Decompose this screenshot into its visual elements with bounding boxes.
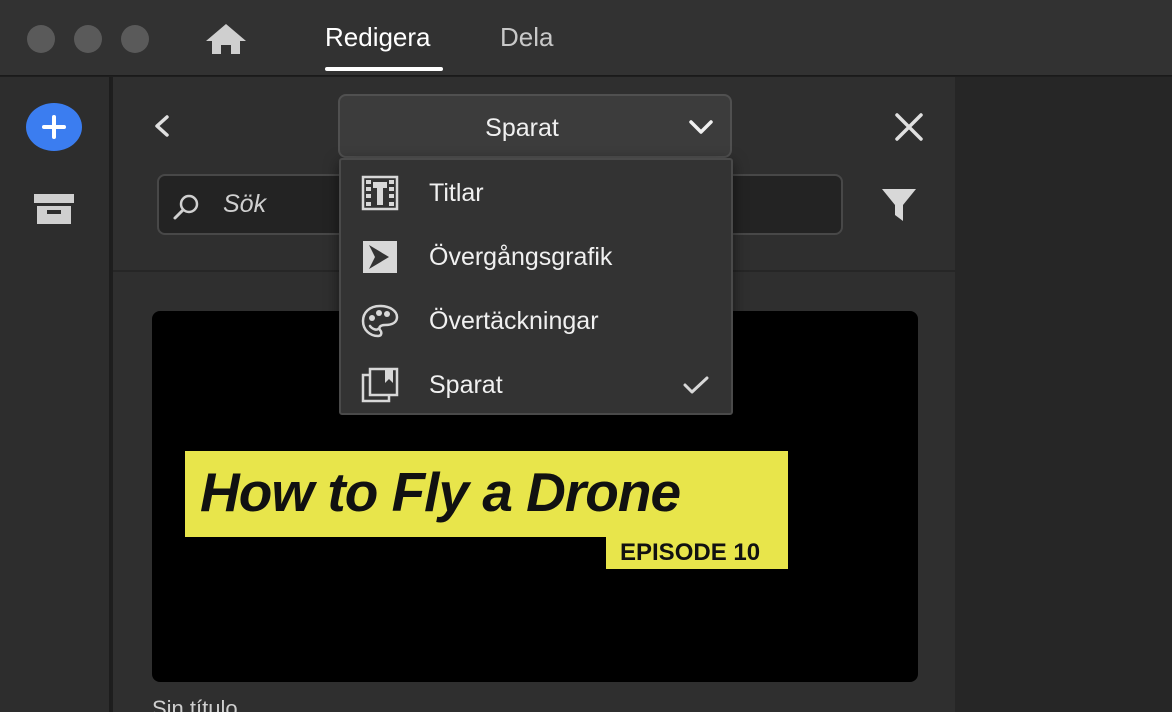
close-icon[interactable] <box>890 108 928 146</box>
preview-area <box>955 77 1172 712</box>
menu-item-label: Övergångsgrafik <box>429 243 613 271</box>
tab-dela[interactable]: Dela <box>500 22 553 53</box>
menu-item-overtackningar[interactable]: Övertäckningar <box>341 290 731 352</box>
left-rail <box>0 77 111 712</box>
dropdown-selected-label: Sparat <box>485 114 559 142</box>
chevron-down-icon <box>689 120 713 134</box>
category-menu: Titlar Övergångsgrafik Övertäckningar Sp… <box>339 158 733 415</box>
filter-icon[interactable] <box>880 186 918 224</box>
app-window: Redigera Dela Sparat Sök How to Fly a Dr… <box>0 0 1172 712</box>
menu-item-label: Sparat <box>429 371 503 399</box>
menu-item-titlar[interactable]: Titlar <box>341 162 731 224</box>
zoom-window-button[interactable] <box>121 25 149 53</box>
thumbnail-episode: EPISODE 10 <box>620 539 761 566</box>
checkmark-icon <box>683 376 709 394</box>
thumbnail-caption: Sin título <box>152 696 238 712</box>
minimize-window-button[interactable] <box>74 25 102 53</box>
menu-item-label: Titlar <box>429 179 484 207</box>
saved-bookmark-icon <box>361 367 399 403</box>
overlays-palette-icon <box>361 304 399 338</box>
plus-circle-icon[interactable] <box>26 103 82 151</box>
chevron-left-icon[interactable] <box>150 108 174 144</box>
tab-redigera[interactable]: Redigera <box>325 22 431 53</box>
menu-item-overgangsgrafik[interactable]: Övergångsgrafik <box>341 226 731 288</box>
thumbnail-title: How to Fly a Drone <box>200 461 681 523</box>
home-icon[interactable] <box>204 22 248 56</box>
search-placeholder: Sök <box>223 190 267 218</box>
category-dropdown[interactable]: Sparat <box>338 94 732 158</box>
archive-box-icon[interactable] <box>32 192 76 226</box>
title-bar: Redigera Dela <box>0 0 1172 76</box>
search-icon <box>173 194 199 220</box>
menu-item-sparat[interactable]: Sparat <box>341 354 731 416</box>
close-window-button[interactable] <box>27 25 55 53</box>
menu-item-label: Övertäckningar <box>429 307 599 335</box>
transition-graphics-icon <box>363 241 397 273</box>
titles-icon <box>361 175 399 211</box>
active-tab-indicator <box>325 67 443 71</box>
